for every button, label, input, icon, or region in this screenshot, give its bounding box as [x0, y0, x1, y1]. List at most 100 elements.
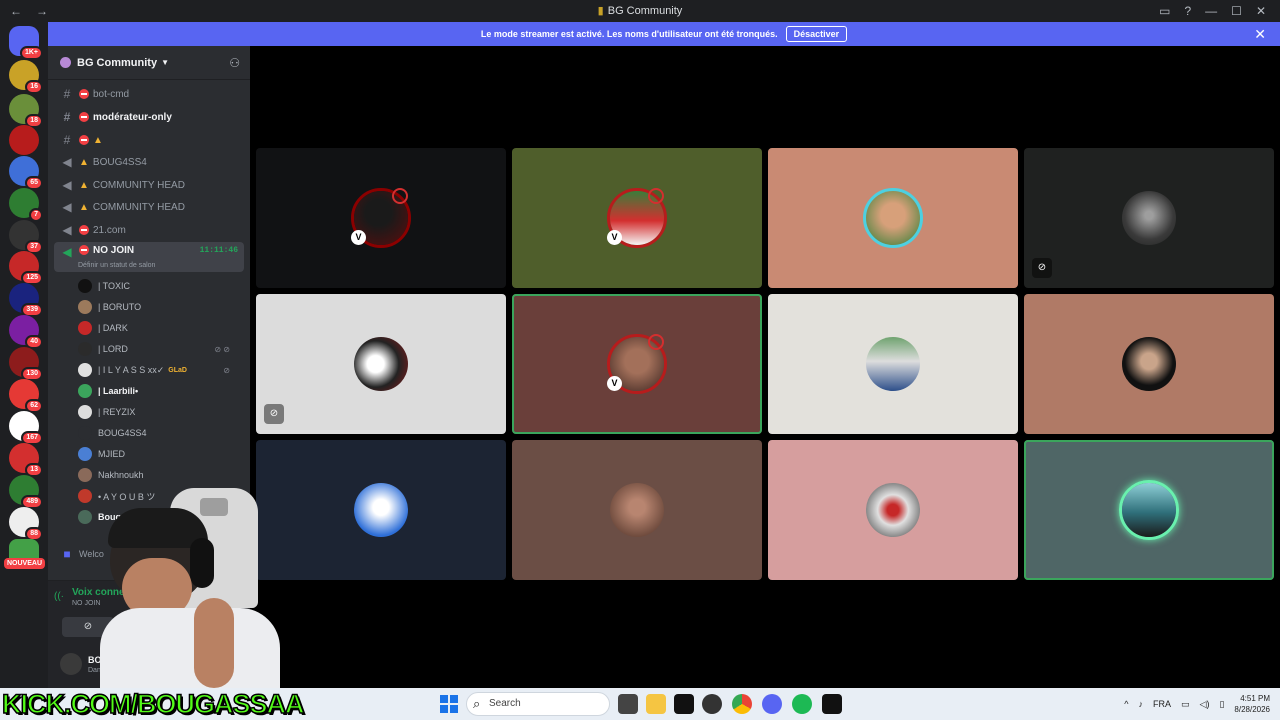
server-icon-6[interactable]: 37: [9, 220, 43, 254]
github-icon[interactable]: [702, 694, 722, 714]
microphone-icon[interactable]: ♪: [1139, 699, 1144, 709]
voice-member[interactable]: | DARK: [78, 319, 238, 337]
maximize-button[interactable]: ☐: [1231, 4, 1242, 18]
channel-bot-cmd[interactable]: # bot-cmd: [54, 84, 244, 104]
language-indicator[interactable]: FRA: [1153, 699, 1171, 709]
channel-boug4ss4[interactable]: ◀ ▲ BOUG4SS4: [54, 152, 244, 172]
channel-warning[interactable]: # ▲: [54, 130, 244, 150]
speaker-icon: ◀: [62, 200, 72, 214]
battery-icon[interactable]: ▯: [1219, 699, 1224, 710]
home-button[interactable]: 1K+: [9, 26, 43, 60]
participant-tile[interactable]: V: [256, 148, 506, 288]
server-icon-8[interactable]: 339: [9, 283, 43, 317]
verified-badge: V: [351, 230, 366, 245]
server-icon-14[interactable]: 489: [9, 475, 43, 509]
server-icon-10[interactable]: 130: [9, 347, 43, 381]
participant-tile[interactable]: [512, 440, 762, 580]
chevron-up-icon[interactable]: ^: [1124, 699, 1128, 709]
participant-tile-speaking[interactable]: V: [512, 294, 762, 434]
task-view-icon[interactable]: [618, 694, 638, 714]
file-explorer-icon[interactable]: [646, 694, 666, 714]
server-icon-7[interactable]: 125: [9, 251, 43, 285]
user-avatar[interactable]: [60, 653, 82, 675]
inbox-icon[interactable]: ▭: [1159, 4, 1170, 18]
voice-member[interactable]: | TOXIC: [78, 277, 238, 295]
forward-arrow-icon[interactable]: →: [36, 4, 48, 18]
streamer-arm: [194, 598, 234, 688]
participant-tile[interactable]: ⊘: [256, 294, 506, 434]
channel-community-head-2[interactable]: ◀ ▲ COMMUNITY HEAD: [54, 197, 244, 217]
server-icon-3[interactable]: [9, 125, 39, 155]
home-badge: 1K+: [19, 46, 43, 60]
close-window-button[interactable]: ✕: [1256, 4, 1266, 18]
close-icon[interactable]: ✕: [1254, 26, 1266, 43]
taskbar-search[interactable]: Search: [466, 692, 610, 716]
back-arrow-icon[interactable]: ←: [10, 4, 22, 18]
server-icon-11[interactable]: 62: [9, 379, 43, 413]
volume-icon[interactable]: ◁): [1200, 699, 1210, 710]
help-icon[interactable]: ?: [1184, 4, 1191, 18]
voice-member[interactable]: | LORD ⊘ ⊘: [78, 340, 238, 358]
warning-icon: ▲: [93, 134, 103, 146]
no-entry-icon: [79, 135, 89, 145]
voice-member[interactable]: | REYZIX: [78, 403, 238, 421]
avatar: [78, 384, 92, 398]
warning-icon: ▲: [79, 179, 89, 191]
server-icon-2[interactable]: 18: [9, 94, 43, 128]
set-channel-status[interactable]: Définir un statut de salon: [78, 262, 155, 269]
participant-avatar: [866, 337, 920, 391]
speaker-icon: ◀: [62, 178, 72, 192]
streamer-shirt: [100, 608, 280, 688]
speaker-icon: ◀: [62, 245, 72, 259]
participant-tile[interactable]: [1024, 294, 1274, 434]
no-entry-icon: [79, 245, 89, 255]
server-icon-15[interactable]: 88: [9, 507, 43, 541]
start-button[interactable]: [440, 695, 458, 713]
server-icon-5[interactable]: 7: [9, 188, 43, 222]
participant-avatar: [866, 483, 920, 537]
streamer-mode-banner: Le mode streamer est activé. Les noms d'…: [48, 22, 1280, 46]
kick-url: KICK.COM/BOUGASSAA: [1, 688, 305, 720]
app-icon[interactable]: [674, 694, 694, 714]
voice-member[interactable]: BOUG4SS4: [78, 424, 238, 442]
participant-tile[interactable]: [256, 440, 506, 580]
chrome-icon[interactable]: [732, 694, 752, 714]
participant-avatar: [866, 191, 920, 245]
voice-member[interactable]: MJIED: [78, 445, 238, 463]
channel-community-head-1[interactable]: ◀ ▲ COMMUNITY HEAD: [54, 175, 244, 195]
voice-member[interactable]: | BORUTO: [78, 298, 238, 316]
channel-21-com[interactable]: ◀ 21.com: [54, 220, 244, 240]
minimize-button[interactable]: —: [1205, 4, 1217, 18]
server-icon: [60, 57, 71, 68]
network-icon[interactable]: ▭: [1181, 699, 1190, 710]
server-icon-13[interactable]: 13: [9, 443, 43, 477]
spotify-icon[interactable]: [792, 694, 812, 714]
disable-streamer-button[interactable]: Désactiver: [785, 26, 848, 42]
server-header[interactable]: BG Community ▼ ⚇: [48, 46, 250, 80]
server-icon-1[interactable]: 16: [9, 60, 43, 94]
clock[interactable]: 4:51 PM 8/28/2026: [1234, 693, 1270, 715]
voice-member[interactable]: Nakhnoukh: [78, 466, 238, 484]
participant-tile-speaking[interactable]: [1024, 440, 1274, 580]
participant-tile[interactable]: [768, 440, 1018, 580]
invite-icon[interactable]: ⚇: [229, 56, 240, 70]
muted-icon: ⊘: [264, 404, 284, 424]
voice-member[interactable]: | I L Y A S S xx✓ GLaD ⊘: [78, 361, 238, 379]
server-icon-4[interactable]: 65: [9, 156, 43, 190]
participant-tile[interactable]: V: [512, 148, 762, 288]
kick-app-icon[interactable]: [822, 694, 842, 714]
participant-tile[interactable]: [768, 294, 1018, 434]
decoration-icon: [392, 188, 408, 204]
discord-icon[interactable]: [762, 694, 782, 714]
channel-moderateur-only[interactable]: # modérateur-only: [54, 107, 244, 127]
server-icon-12[interactable]: 167: [9, 411, 43, 445]
text-channel-icon: #: [63, 87, 71, 101]
signal-icon: ((·: [54, 591, 64, 602]
voice-member[interactable]: | Laarbili•: [78, 382, 238, 400]
participant-tile[interactable]: ⊘: [1024, 148, 1274, 288]
server-icon-9[interactable]: 40: [9, 315, 43, 349]
headset-icon: [190, 538, 214, 588]
deafened-icon: ⊘: [1032, 258, 1052, 278]
participant-tile[interactable]: [768, 148, 1018, 288]
server-name: BG Community: [77, 56, 158, 69]
